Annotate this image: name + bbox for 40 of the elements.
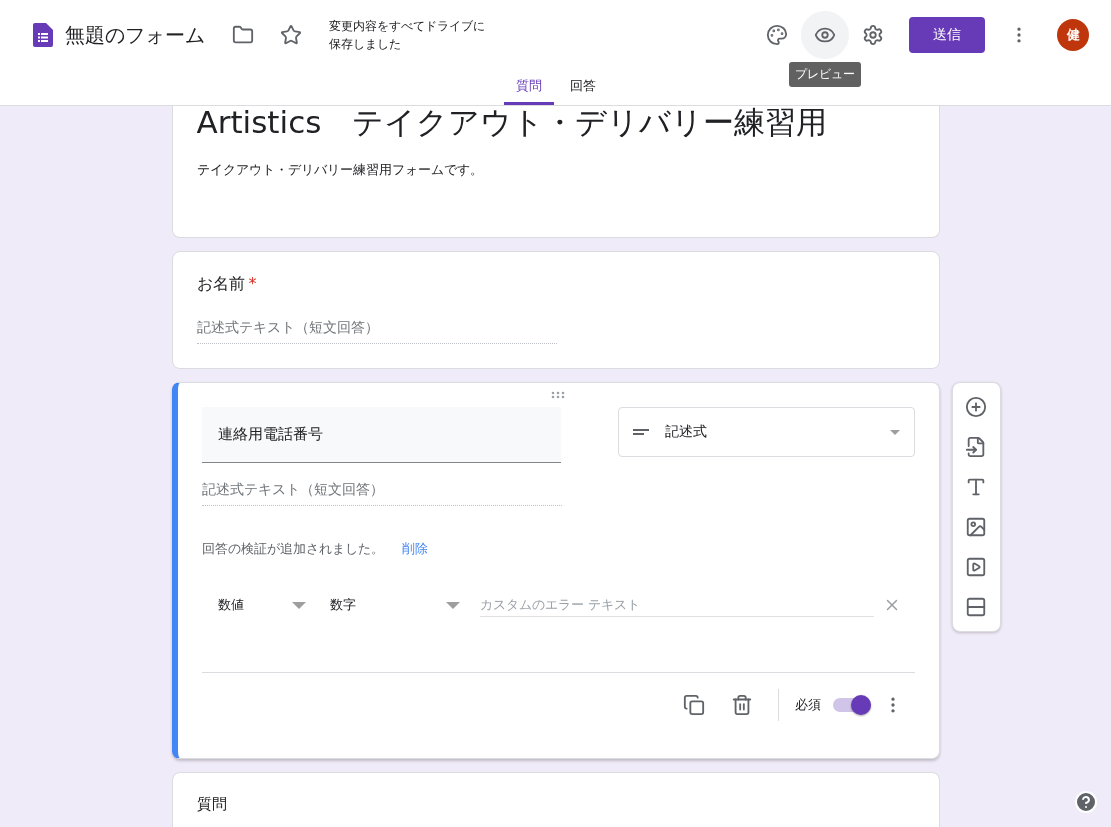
short-answer-field[interactable]: 記述式テキスト（短文回答） xyxy=(196,319,557,344)
video-icon[interactable] xyxy=(965,556,987,578)
save-status: 変更内容をすべてドライブに保存しました xyxy=(329,18,486,53)
dropdown-caret-icon xyxy=(445,601,460,609)
form-title[interactable]: Artistics テイクアウト・デリバリー練習用 xyxy=(196,105,915,139)
section-icon[interactable] xyxy=(965,596,987,618)
help-icon[interactable] xyxy=(1074,790,1098,814)
star-icon[interactable] xyxy=(280,24,302,46)
required-label: 必須 xyxy=(794,695,821,714)
dropdown-caret-icon xyxy=(291,601,306,609)
required-asterisk: * xyxy=(248,274,257,293)
duplicate-icon[interactable] xyxy=(682,693,705,716)
short-answer-field[interactable]: 記述式テキスト（短文回答） xyxy=(201,481,562,506)
tab[interactable]: 回答 xyxy=(557,70,608,105)
remove-link[interactable]: 削除 xyxy=(401,540,428,558)
document-title[interactable]: 無題のフォーム xyxy=(65,21,205,49)
palette-icon[interactable] xyxy=(766,24,788,46)
question-title: お名前 * xyxy=(196,274,258,295)
form-description[interactable]: テイクアウト・デリバリー練習用フォームです。 xyxy=(196,161,915,179)
validation-type-dropdown[interactable]: 数値 xyxy=(201,596,314,614)
question-type-dropdown[interactable]: 記述式 xyxy=(617,407,915,457)
dropdown-caret-icon xyxy=(889,429,900,435)
import-icon[interactable] xyxy=(965,436,987,458)
add-question-icon[interactable] xyxy=(965,396,987,418)
send-button[interactable]: 送信 xyxy=(909,17,985,53)
text-size-icon[interactable] xyxy=(965,476,987,498)
validation-condition-dropdown[interactable]: 数字 xyxy=(313,596,468,614)
image-icon[interactable] xyxy=(965,516,987,538)
required-switch[interactable] xyxy=(832,697,871,712)
short-text-icon xyxy=(632,429,649,435)
avatar[interactable]: 健 xyxy=(1057,19,1089,51)
settings-icon[interactable] xyxy=(862,24,884,46)
tooltip: プレビュー xyxy=(789,62,861,87)
question-title: 質問 xyxy=(196,795,228,814)
trash-icon[interactable] xyxy=(730,693,753,716)
forms-logo-icon xyxy=(33,23,53,47)
folder-icon[interactable] xyxy=(232,24,254,46)
validation-message: 回答の検証が追加されました。 xyxy=(201,540,384,558)
question-title-field[interactable]: 連絡用電話番号 xyxy=(201,407,561,463)
drag-handle-icon xyxy=(550,391,566,399)
